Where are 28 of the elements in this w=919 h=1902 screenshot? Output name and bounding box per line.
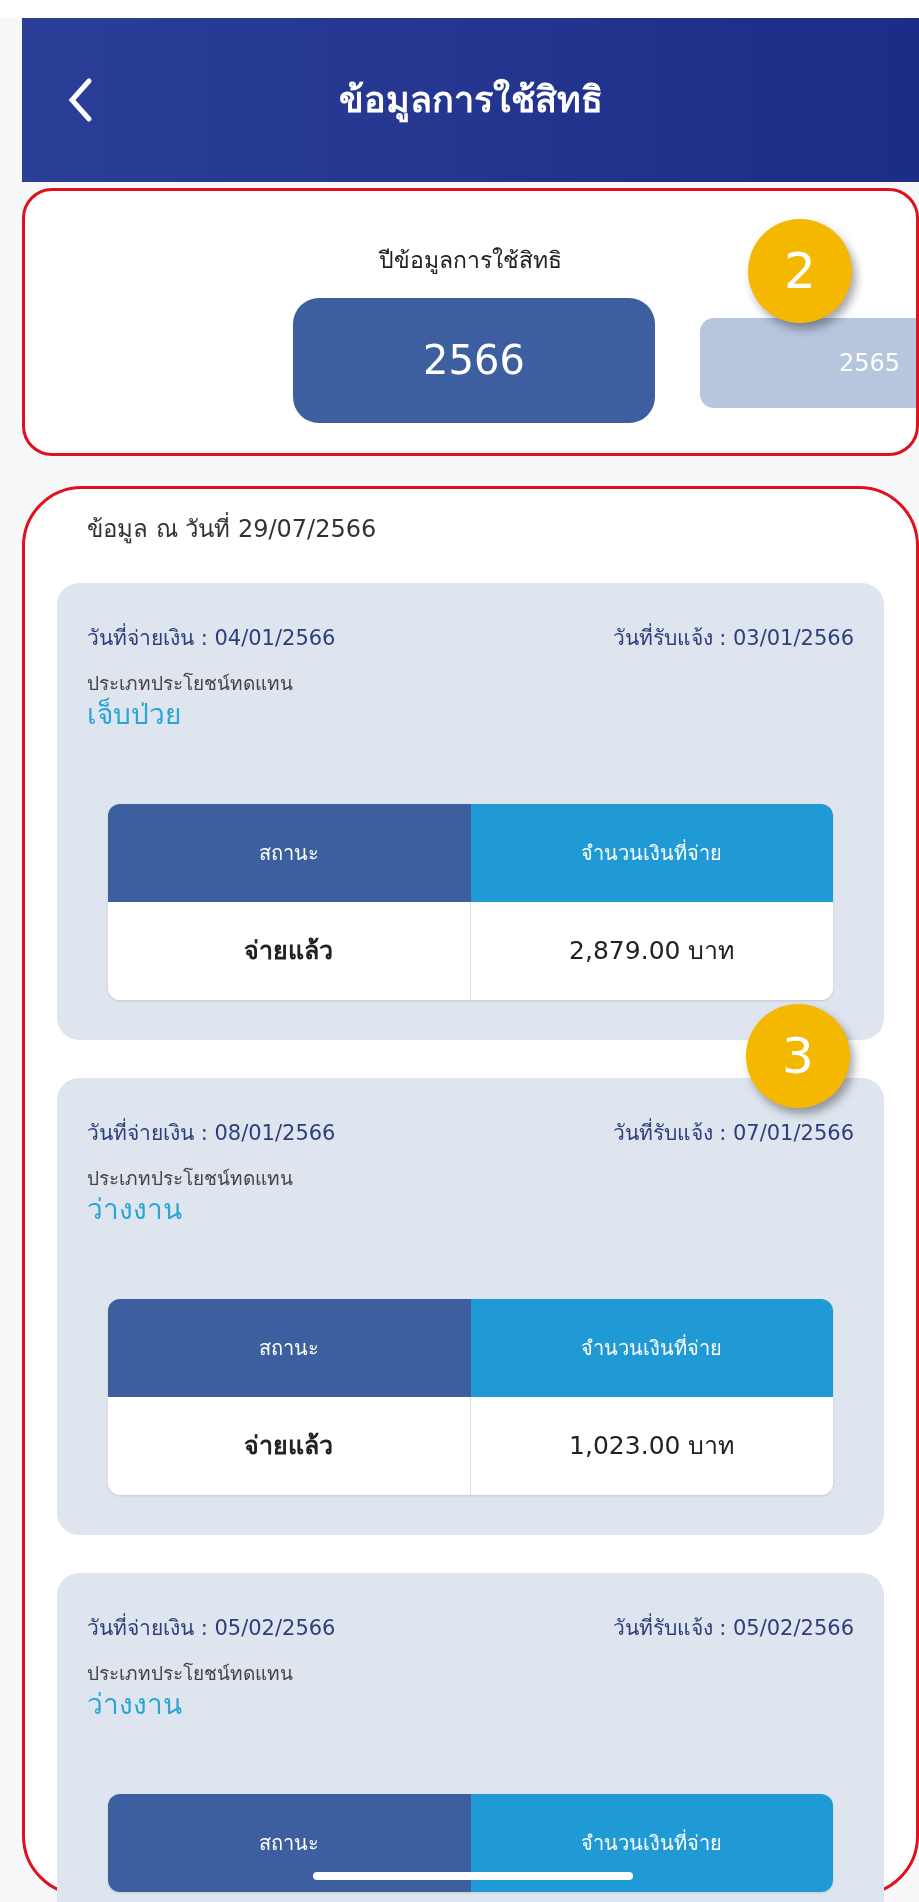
data-date: ข้อมูล ณ วันที่ 29/07/2566 [57,511,884,547]
callout-badge: 2 [748,219,852,323]
benefit-type: ว่างงาน [87,1687,183,1722]
payment-date: วันที่จ่ายเงิน : 04/01/2566 [87,623,336,655]
table-cell: จ่ายแล้ว [108,902,471,1000]
benefit-type: ว่างงาน [87,1192,183,1227]
table-cell-text: 1,023.00 บาท [568,1430,736,1463]
column-header: สถานะ [108,1299,471,1397]
notice-date: วันที่รับแจ้ง : 05/02/2566 [612,1613,854,1645]
payment-date: วันที่จ่ายเงิน : 08/01/2566 [87,1118,336,1150]
notice-date: วันที่รับแจ้ง : 07/01/2566 [612,1118,854,1150]
notice-date: วันที่รับแจ้ง : 03/01/2566 [612,623,854,655]
benefit-type-label: ประเภทประโยชน์ทดแทน [87,1660,294,1686]
year-picker-title: ปีข้อมูลการใช้สิทธิ [379,246,562,276]
column-header: จำนวนเงินที่จ่าย [470,1794,833,1892]
year-tab[interactable]: 2566 [293,297,655,423]
page-title: ข้อมูลการใช้สิทธิ [338,73,603,127]
benefit-type-label: ประเภทประโยชน์ทดแทน [87,1165,294,1191]
table-cell-text: 2,879.00 บาท [568,935,736,968]
benefit-type-label: ประเภทประโยชน์ทดแทน [87,670,294,696]
benefit-type: เจ็บป่วย [87,697,182,732]
column-header: สถานะ [108,1794,471,1892]
back-icon[interactable] [67,77,93,123]
payment-date: วันที่จ่ายเงิน : 05/02/2566 [87,1613,336,1645]
column-header: สถานะ [108,804,471,902]
column-header: จำนวนเงินที่จ่าย [470,804,833,902]
table-cell: จ่ายแล้ว [108,1397,471,1495]
column-header: จำนวนเงินที่จ่าย [470,1299,833,1397]
